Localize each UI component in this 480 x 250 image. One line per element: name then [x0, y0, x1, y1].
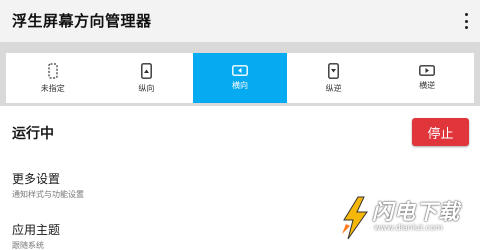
watermark: 闪电下载 www.dianlut.com — [336, 190, 476, 250]
mode-label-unspecified: 未指定 — [40, 83, 65, 93]
lightning-logo-icon — [342, 196, 368, 240]
more-settings-item[interactable]: 更多设置 通知样式与功能设置 — [12, 170, 84, 200]
orientation-mode-bar: 未指定 纵向 横向 纵逆 横逆 — [0, 42, 480, 106]
mode-label-reverse-portrait: 纵逆 — [325, 83, 342, 93]
portrait-phone-icon — [140, 62, 152, 79]
app-theme-title: 应用主题 — [12, 223, 61, 237]
mode-label-landscape: 横向 — [231, 81, 248, 90]
watermark-url: www.dianlut.com — [374, 223, 443, 232]
mode-reverse-portrait-button[interactable]: 纵逆 — [287, 53, 381, 103]
watermark-brand: 闪电下载 — [372, 200, 460, 224]
reverse-portrait-phone-icon — [328, 62, 339, 79]
mode-reverse-landscape-button[interactable]: 横逆 — [380, 53, 474, 103]
more-settings-subtitle: 通知样式与功能设置 — [12, 190, 84, 199]
landscape-phone-icon — [232, 65, 248, 76]
mode-portrait-button[interactable]: 纵向 — [100, 53, 194, 103]
app-bar: 浮生屏幕方向管理器 — [0, 0, 480, 42]
more-vert-icon[interactable] — [460, 11, 472, 31]
unspecified-phone-icon — [48, 62, 58, 79]
stop-button[interactable]: 停止 — [412, 118, 469, 146]
mode-landscape-button[interactable]: 横向 — [193, 53, 287, 103]
reverse-landscape-phone-icon — [419, 65, 436, 76]
mode-label-reverse-landscape: 横逆 — [419, 81, 436, 90]
mode-unspecified-button[interactable]: 未指定 — [6, 53, 100, 103]
service-status-label: 运行中 — [12, 126, 54, 142]
more-settings-title: 更多设置 — [12, 172, 61, 186]
app-theme-item[interactable]: 应用主题 跟随系统 — [12, 221, 60, 250]
app-title: 浮生屏幕方向管理器 — [12, 12, 152, 30]
mode-label-portrait: 纵向 — [138, 83, 155, 93]
app-theme-subtitle: 跟随系统 — [12, 241, 44, 250]
